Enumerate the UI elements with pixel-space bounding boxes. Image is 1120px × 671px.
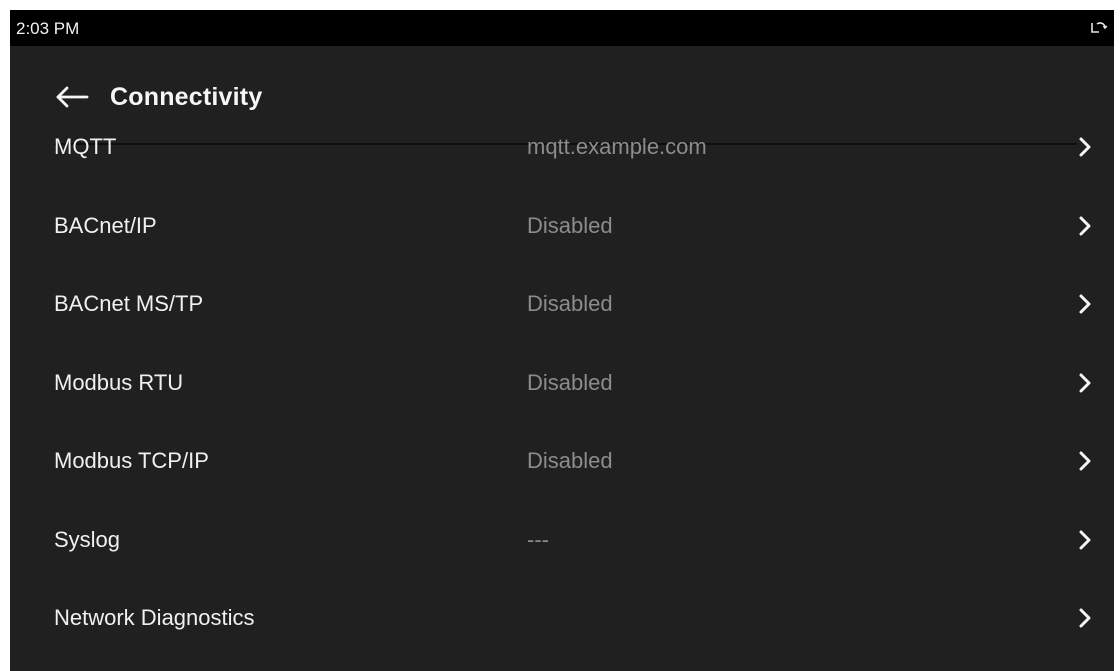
list-item-label: Modbus RTU (54, 369, 184, 395)
list-item-label: MQTT (54, 134, 117, 160)
list-item-modbus-tcp-ip[interactable]: Modbus TCP/IP Disabled (10, 422, 1114, 501)
connectivity-list: MQTT mqtt.example.com BACnet/IP Disabled… (10, 108, 1114, 658)
chevron-right-icon (1079, 530, 1091, 550)
list-item-label: Network Diagnostics (54, 605, 255, 631)
list-item-value: Disabled (527, 448, 613, 474)
chevron-right-icon (1079, 294, 1091, 314)
list-item-label: BACnet/IP (54, 212, 157, 238)
screen-rotation-icon[interactable] (1090, 20, 1108, 36)
list-item-label: Modbus TCP/IP (54, 448, 209, 474)
list-item-value: Disabled (527, 291, 613, 317)
list-item-value: --- (527, 526, 549, 552)
status-time: 2:03 PM (16, 19, 80, 38)
list-item-value: Disabled (527, 369, 613, 395)
chevron-right-icon (1079, 373, 1091, 393)
chevron-right-icon (1079, 216, 1091, 236)
list-item-label: BACnet MS/TP (54, 291, 204, 317)
arrow-left-icon (56, 86, 89, 108)
status-bar: 2:03 PM (10, 10, 1114, 46)
list-item-mqtt[interactable]: MQTT mqtt.example.com (10, 108, 1114, 187)
list-item-value: mqtt.example.com (527, 134, 707, 160)
list-item-modbus-rtu[interactable]: Modbus RTU Disabled (10, 344, 1114, 423)
list-item-bacnet-mstp[interactable]: BACnet MS/TP Disabled (10, 265, 1114, 344)
list-item-syslog[interactable]: Syslog --- (10, 501, 1114, 580)
chevron-right-icon (1079, 608, 1091, 628)
list-item-value: Disabled (527, 212, 613, 238)
list-item-bacnet-ip[interactable]: BACnet/IP Disabled (10, 187, 1114, 266)
device-screen: 2:03 PM Connectivity MQTT mqtt.example.c… (10, 10, 1114, 671)
list-item-label: Syslog (54, 526, 121, 552)
chevron-right-icon (1079, 451, 1091, 471)
chevron-right-icon (1079, 137, 1091, 157)
list-item-network-diagnostics[interactable]: Network Diagnostics (10, 579, 1114, 658)
